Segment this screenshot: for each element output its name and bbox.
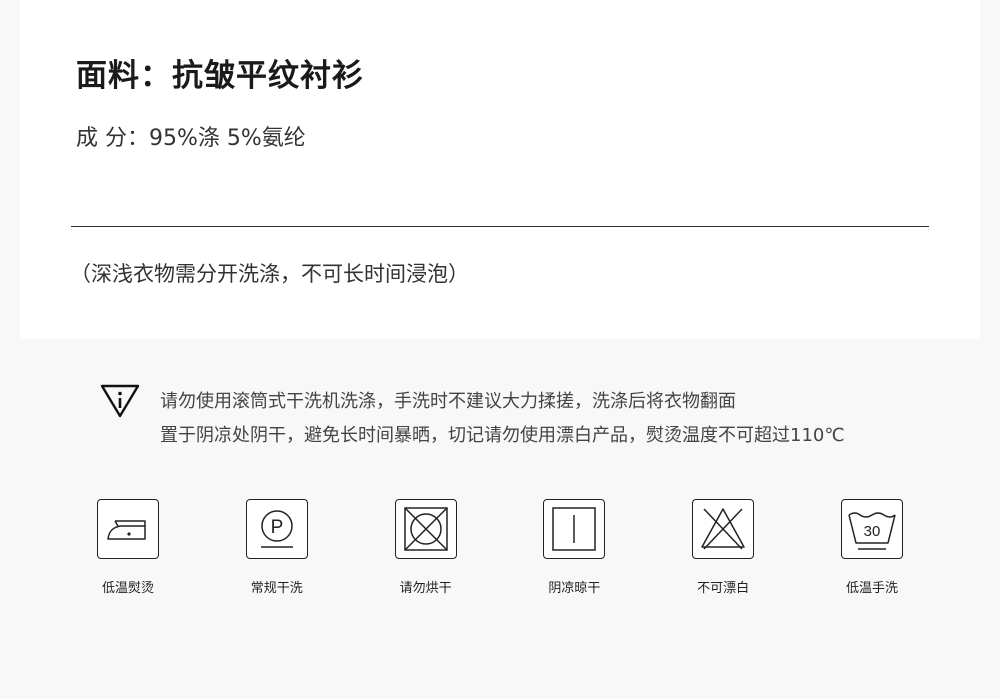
- care-instructions: 请勿使用滚筒式干洗机洗涤，手洗时不建议大力揉搓，洗涤后将衣物翻面 置于阴凉处阴干…: [160, 385, 845, 453]
- hand-wash-30-icon: 30: [840, 499, 903, 559]
- iron-low-icon: [97, 499, 159, 559]
- care-item-iron: 低温熨烫: [54, 499, 202, 609]
- svg-text:P: P: [270, 517, 283, 538]
- wash-temp-label: 30: [864, 523, 881, 540]
- warning-triangle-icon: [100, 384, 140, 418]
- care-item-no-bleach: 不可漂白: [649, 499, 797, 609]
- care-label: 请勿烘干: [399, 581, 452, 596]
- no-tumble-dry-icon: [394, 499, 457, 559]
- care-item-shade-dry: 阴凉晾干: [500, 499, 648, 609]
- care-label: 常规干洗: [250, 581, 303, 596]
- fabric-title: 面料：抗皱平纹衬衫: [76, 58, 364, 94]
- care-instructions-line1: 请勿使用滚筒式干洗机洗涤，手洗时不建议大力揉搓，洗涤后将衣物翻面: [160, 391, 736, 412]
- care-symbols: 低温熨烫 P 常规干洗 请勿烘干 阴凉晾干 不可漂白 30 低温手洗: [54, 499, 946, 609]
- dry-clean-p-icon: P: [245, 499, 308, 559]
- care-item-no-tumble: 请勿烘干: [352, 499, 500, 609]
- care-label: 低温手洗: [845, 581, 898, 596]
- divider: [71, 226, 929, 227]
- no-bleach-icon: [692, 499, 755, 559]
- wash-note: （深浅衣物需分开洗涤，不可长时间浸泡）: [70, 262, 469, 286]
- fabric-composition: 成 分：95%涤 5%氨纶: [76, 126, 306, 151]
- shade-dry-icon: [543, 499, 606, 559]
- care-instructions-line2: 置于阴凉处阴干，避免长时间暴晒，切记请勿使用漂白产品，熨烫温度不可超过110℃: [160, 425, 845, 446]
- care-item-dry-clean: P 常规干洗: [203, 499, 351, 609]
- care-label: 阴凉晾干: [548, 581, 601, 596]
- care-item-hand-wash: 30 低温手洗: [798, 499, 946, 609]
- care-label: 低温熨烫: [101, 581, 154, 596]
- care-label: 不可漂白: [697, 581, 750, 596]
